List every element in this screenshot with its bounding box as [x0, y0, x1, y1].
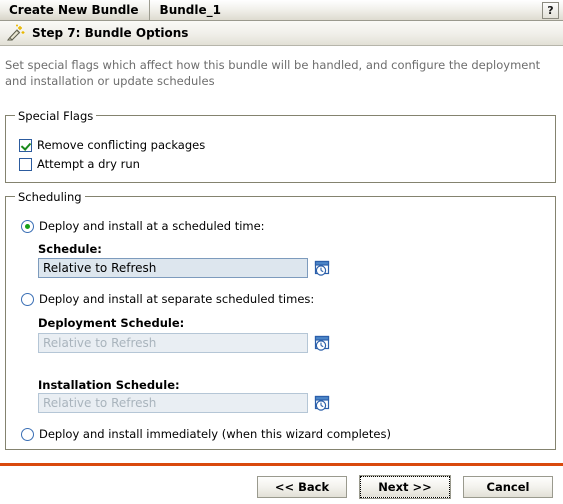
checkbox-unchecked-icon[interactable]	[19, 157, 32, 171]
footer-buttons: << Back Next >> Cancel	[0, 470, 563, 504]
radio-unselected-icon[interactable]	[21, 427, 34, 441]
next-button[interactable]: Next >>	[359, 475, 451, 499]
radio-selected-icon[interactable]	[21, 219, 34, 233]
scheduling-group-title: Scheduling	[15, 190, 85, 204]
next-button-label: Next >>	[378, 480, 432, 494]
back-button-label: << Back	[274, 480, 330, 494]
page-title: Step 7: Bundle Options	[32, 26, 189, 40]
schedule-label: Schedule:	[38, 242, 102, 256]
radio-deploy-install-immediately-label: Deploy and install immediately (when thi…	[39, 427, 391, 441]
page-description: Set special flags which affect how this …	[5, 58, 541, 88]
radio-deploy-install-immediately[interactable]: Deploy and install immediately (when thi…	[21, 427, 391, 441]
cancel-button[interactable]: Cancel	[463, 476, 553, 498]
checkbox-remove-conflicting-packages-label: Remove conflicting packages	[37, 138, 206, 152]
radio-deploy-install-scheduled-time-label: Deploy and install at a scheduled time:	[39, 219, 265, 233]
help-button[interactable]: ?	[542, 1, 559, 19]
checkbox-remove-conflicting-packages[interactable]: Remove conflicting packages	[19, 138, 205, 152]
tab-create-new-bundle-label: Create New Bundle	[9, 3, 139, 17]
tab-create-new-bundle[interactable]: Create New Bundle	[0, 0, 150, 20]
checkbox-attempt-dry-run-label: Attempt a dry run	[37, 157, 140, 171]
deployment-schedule-label: Deployment Schedule:	[38, 316, 185, 330]
deployment-schedule-input[interactable]	[38, 333, 308, 353]
calendar-clock-icon-installation[interactable]	[314, 395, 331, 412]
checkbox-attempt-dry-run[interactable]: Attempt a dry run	[19, 157, 140, 171]
footer-separator	[0, 463, 563, 466]
magic-wand-icon	[6, 24, 26, 42]
schedule-input[interactable]	[38, 258, 308, 278]
back-button[interactable]: << Back	[257, 476, 347, 498]
radio-deploy-install-separate-times[interactable]: Deploy and install at separate scheduled…	[21, 292, 314, 306]
tab-bundle-name-label: Bundle_1	[159, 3, 221, 17]
cancel-button-label: Cancel	[486, 480, 530, 494]
calendar-clock-icon-deployment[interactable]	[314, 335, 331, 352]
radio-unselected-icon[interactable]	[21, 292, 34, 306]
tab-bundle-name[interactable]: Bundle_1	[150, 0, 542, 20]
schedule-field-row	[38, 258, 331, 278]
checkbox-checked-icon[interactable]	[19, 138, 32, 152]
installation-schedule-field-row	[38, 393, 331, 413]
window-titlebar: Create New Bundle Bundle_1 ?	[0, 0, 563, 21]
installation-schedule-label: Installation Schedule:	[38, 378, 180, 392]
step-header: Step 7: Bundle Options	[0, 21, 563, 46]
calendar-clock-icon-schedule[interactable]	[314, 260, 331, 277]
deployment-schedule-field-row	[38, 333, 331, 353]
radio-deploy-install-scheduled-time[interactable]: Deploy and install at a scheduled time:	[21, 219, 265, 233]
question-mark-icon: ?	[547, 3, 554, 17]
radio-deploy-install-separate-times-label: Deploy and install at separate scheduled…	[39, 292, 315, 306]
special-flags-group-title: Special Flags	[15, 109, 97, 123]
installation-schedule-input[interactable]	[38, 393, 308, 413]
